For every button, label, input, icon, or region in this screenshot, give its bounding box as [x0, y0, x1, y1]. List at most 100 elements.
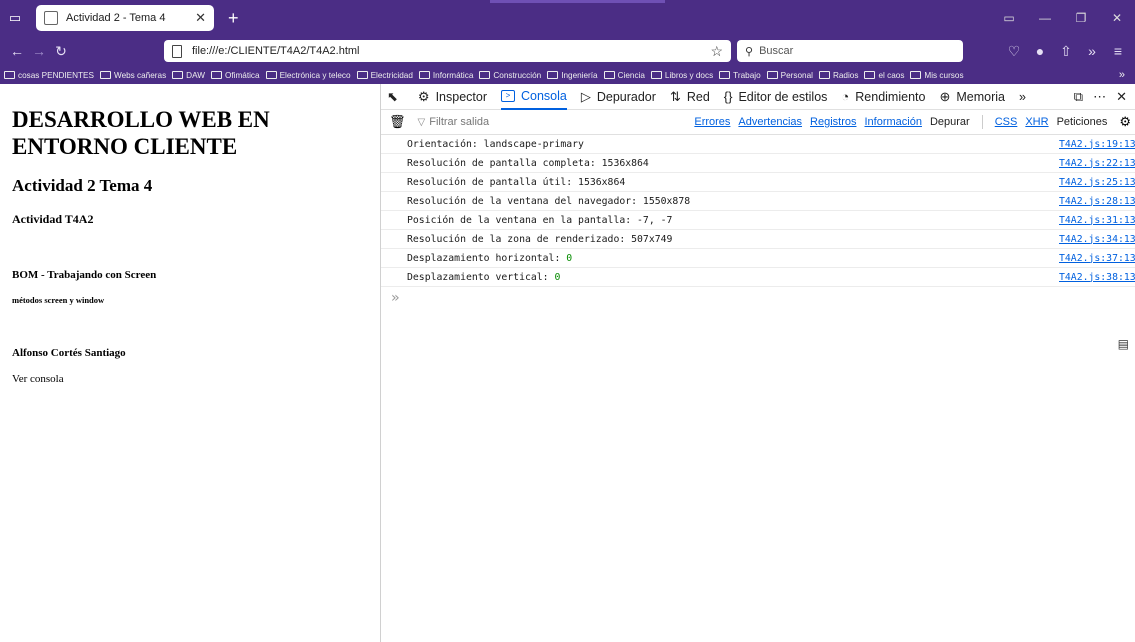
- browser-tab[interactable]: Actividad 2 - Tema 4 ✕: [36, 5, 214, 31]
- tab-memory[interactable]: ⊕ Memoria: [939, 84, 1005, 110]
- filter-xhr-button[interactable]: XHR: [1025, 116, 1048, 128]
- bookmarks-bar: cosas PENDIENTES Webs cañeras DAW Ofimát…: [0, 66, 1135, 84]
- forward-icon[interactable]: →: [28, 43, 50, 59]
- pocket-icon[interactable]: ♡: [1003, 43, 1025, 60]
- bookmark-folder[interactable]: Electricidad: [356, 71, 413, 80]
- log-row: Desplazamiento horizontal: 0 T4A2.js:37:1…: [381, 249, 1135, 268]
- folder-icon: [265, 71, 277, 79]
- filter-css-button[interactable]: CSS: [995, 116, 1018, 128]
- folder-icon: [910, 71, 922, 79]
- page-favicon-icon: [44, 11, 58, 25]
- bookmark-folder[interactable]: Trabajo: [719, 71, 761, 80]
- editor-mode-icon[interactable]: ▤: [1118, 337, 1129, 351]
- reload-icon[interactable]: ↻: [50, 43, 72, 60]
- dock-icon[interactable]: ⧉: [1074, 89, 1083, 105]
- see-console-text: Ver consola: [12, 373, 64, 385]
- search-icon: ⚲: [745, 45, 754, 58]
- minimize-icon[interactable]: —: [1027, 0, 1063, 36]
- tab-console[interactable]: > Consola: [500, 84, 567, 110]
- inspector-icon: ⚙: [417, 88, 430, 104]
- bookmark-folder[interactable]: Libros y docs: [650, 71, 713, 80]
- performance-icon: ◔: [841, 89, 850, 104]
- folder-icon: [4, 71, 15, 79]
- account-icon[interactable]: ●: [1029, 43, 1051, 60]
- bookmark-folder[interactable]: Radios: [818, 71, 858, 80]
- debugger-icon: ▷: [580, 88, 591, 104]
- bookmark-folder[interactable]: Ofimática: [210, 71, 260, 80]
- page-subtitle: Actividad 2 Tema 4: [12, 176, 153, 195]
- close-devtools-icon[interactable]: ✕: [1116, 89, 1127, 105]
- filter-errors-button[interactable]: Errores: [694, 116, 730, 128]
- tab-close-icon[interactable]: ✕: [195, 10, 206, 26]
- filter-logs-button[interactable]: Registros: [810, 116, 856, 128]
- tab-inspector[interactable]: ⚙ Inspector: [418, 84, 487, 110]
- view-icon[interactable]: ▭: [991, 0, 1027, 36]
- bookmark-folder[interactable]: Informática: [418, 71, 473, 80]
- topic-heading: BOM - Trabajando con Screen: [12, 269, 157, 281]
- bookmark-folder[interactable]: Webs cañeras: [99, 71, 166, 80]
- devtools-panel: ⬉ ⚙ Inspector > Consola ▷ Depurador ⇅ Red {}…: [381, 84, 1135, 642]
- bookmark-folder[interactable]: Personal: [766, 71, 813, 80]
- search-input[interactable]: ⚲ Buscar: [737, 40, 963, 62]
- tab-performance[interactable]: ◔ Rendimiento: [841, 84, 925, 110]
- url-bar[interactable]: file:///e:/CLIENTE/T4A2/T4A2.html ☆: [164, 40, 731, 62]
- log-number: 0: [554, 271, 561, 283]
- console-input[interactable]: »: [381, 287, 1135, 309]
- more-tabs-icon[interactable]: »: [1019, 84, 1026, 110]
- new-tab-icon[interactable]: +: [228, 8, 239, 29]
- methods-heading: métodos screen y window: [12, 295, 105, 305]
- tab-list-icon[interactable]: ▭: [0, 0, 30, 36]
- log-source-link[interactable]: T4A2.js:37:13: [1059, 253, 1135, 264]
- log-source-link[interactable]: T4A2.js:34:13: [1059, 234, 1135, 245]
- restore-icon[interactable]: ❐: [1063, 0, 1099, 36]
- filter-icon: ▽: [417, 116, 426, 128]
- extensions-icon[interactable]: ⇧: [1055, 43, 1077, 60]
- filter-input[interactable]: Filtrar salida: [429, 116, 629, 128]
- bookmark-folder[interactable]: Electrónica y teleco: [265, 71, 351, 80]
- folder-icon: [356, 71, 368, 79]
- log-row: Resolución de pantalla útil: 1536x864 T4A…: [381, 173, 1135, 192]
- log-source-link[interactable]: T4A2.js:22:13: [1059, 158, 1135, 169]
- log-source-link[interactable]: T4A2.js:28:13: [1059, 196, 1135, 207]
- folder-icon: [210, 71, 222, 79]
- bookmark-folder[interactable]: Ciencia: [603, 71, 645, 80]
- element-picker-icon[interactable]: ⬉: [387, 84, 404, 110]
- log-source-link[interactable]: T4A2.js:38:13: [1059, 272, 1135, 283]
- tab-strip-highlight: [490, 0, 665, 3]
- options-icon[interactable]: ⋯: [1093, 89, 1106, 105]
- back-icon[interactable]: ←: [6, 43, 28, 59]
- folder-icon: [172, 71, 184, 79]
- console-icon: >: [500, 89, 515, 102]
- filter-info-button[interactable]: Información: [864, 116, 921, 128]
- clear-console-icon[interactable]: 🗑: [389, 114, 406, 130]
- bookmarks-overflow-icon[interactable]: »: [1119, 69, 1131, 81]
- log-source-link[interactable]: T4A2.js:19:13: [1059, 139, 1135, 150]
- bookmark-star-icon[interactable]: ☆: [710, 43, 723, 60]
- log-source-link[interactable]: T4A2.js:25:13: [1059, 177, 1135, 188]
- content-area: DESARROLLO WEB EN ENTORNO CLIENTE Activi…: [0, 84, 1135, 642]
- folder-icon: [418, 71, 430, 79]
- bookmark-folder[interactable]: Ingeniería: [547, 71, 598, 80]
- log-source-link[interactable]: T4A2.js:31:13: [1059, 215, 1135, 226]
- menu-icon[interactable]: ≡: [1107, 43, 1129, 60]
- close-window-icon[interactable]: ✕: [1099, 0, 1135, 36]
- filter-debug-button[interactable]: Depurar: [930, 116, 970, 128]
- bookmark-folder[interactable]: el caos: [864, 71, 904, 80]
- console-settings-icon[interactable]: ⚙: [1119, 114, 1135, 130]
- bookmark-folder[interactable]: Construcción: [479, 71, 541, 80]
- tab-debugger[interactable]: ▷ Depurador: [581, 84, 656, 110]
- bookmark-folder[interactable]: Mis cursos: [910, 71, 964, 80]
- filter-requests-button[interactable]: Peticiones: [1057, 116, 1108, 128]
- tab-style-editor[interactable]: {} Editor de estilos: [724, 84, 828, 110]
- filter-warnings-button[interactable]: Advertencias: [738, 116, 802, 128]
- log-row: Resolución de la ventana del navegador: …: [381, 192, 1135, 211]
- log-row: Resolución de pantalla completa: 1536x86…: [381, 154, 1135, 173]
- overflow-icon[interactable]: »: [1081, 43, 1103, 60]
- bookmark-folder[interactable]: cosas PENDIENTES: [4, 71, 94, 80]
- folder-icon: [547, 71, 559, 79]
- folder-icon: [818, 71, 830, 79]
- tab-network[interactable]: ⇅ Red: [670, 84, 710, 110]
- log-row: Resolución de la zona de renderizado: 50…: [381, 230, 1135, 249]
- folder-icon: [719, 71, 731, 79]
- bookmark-folder[interactable]: DAW: [172, 71, 205, 80]
